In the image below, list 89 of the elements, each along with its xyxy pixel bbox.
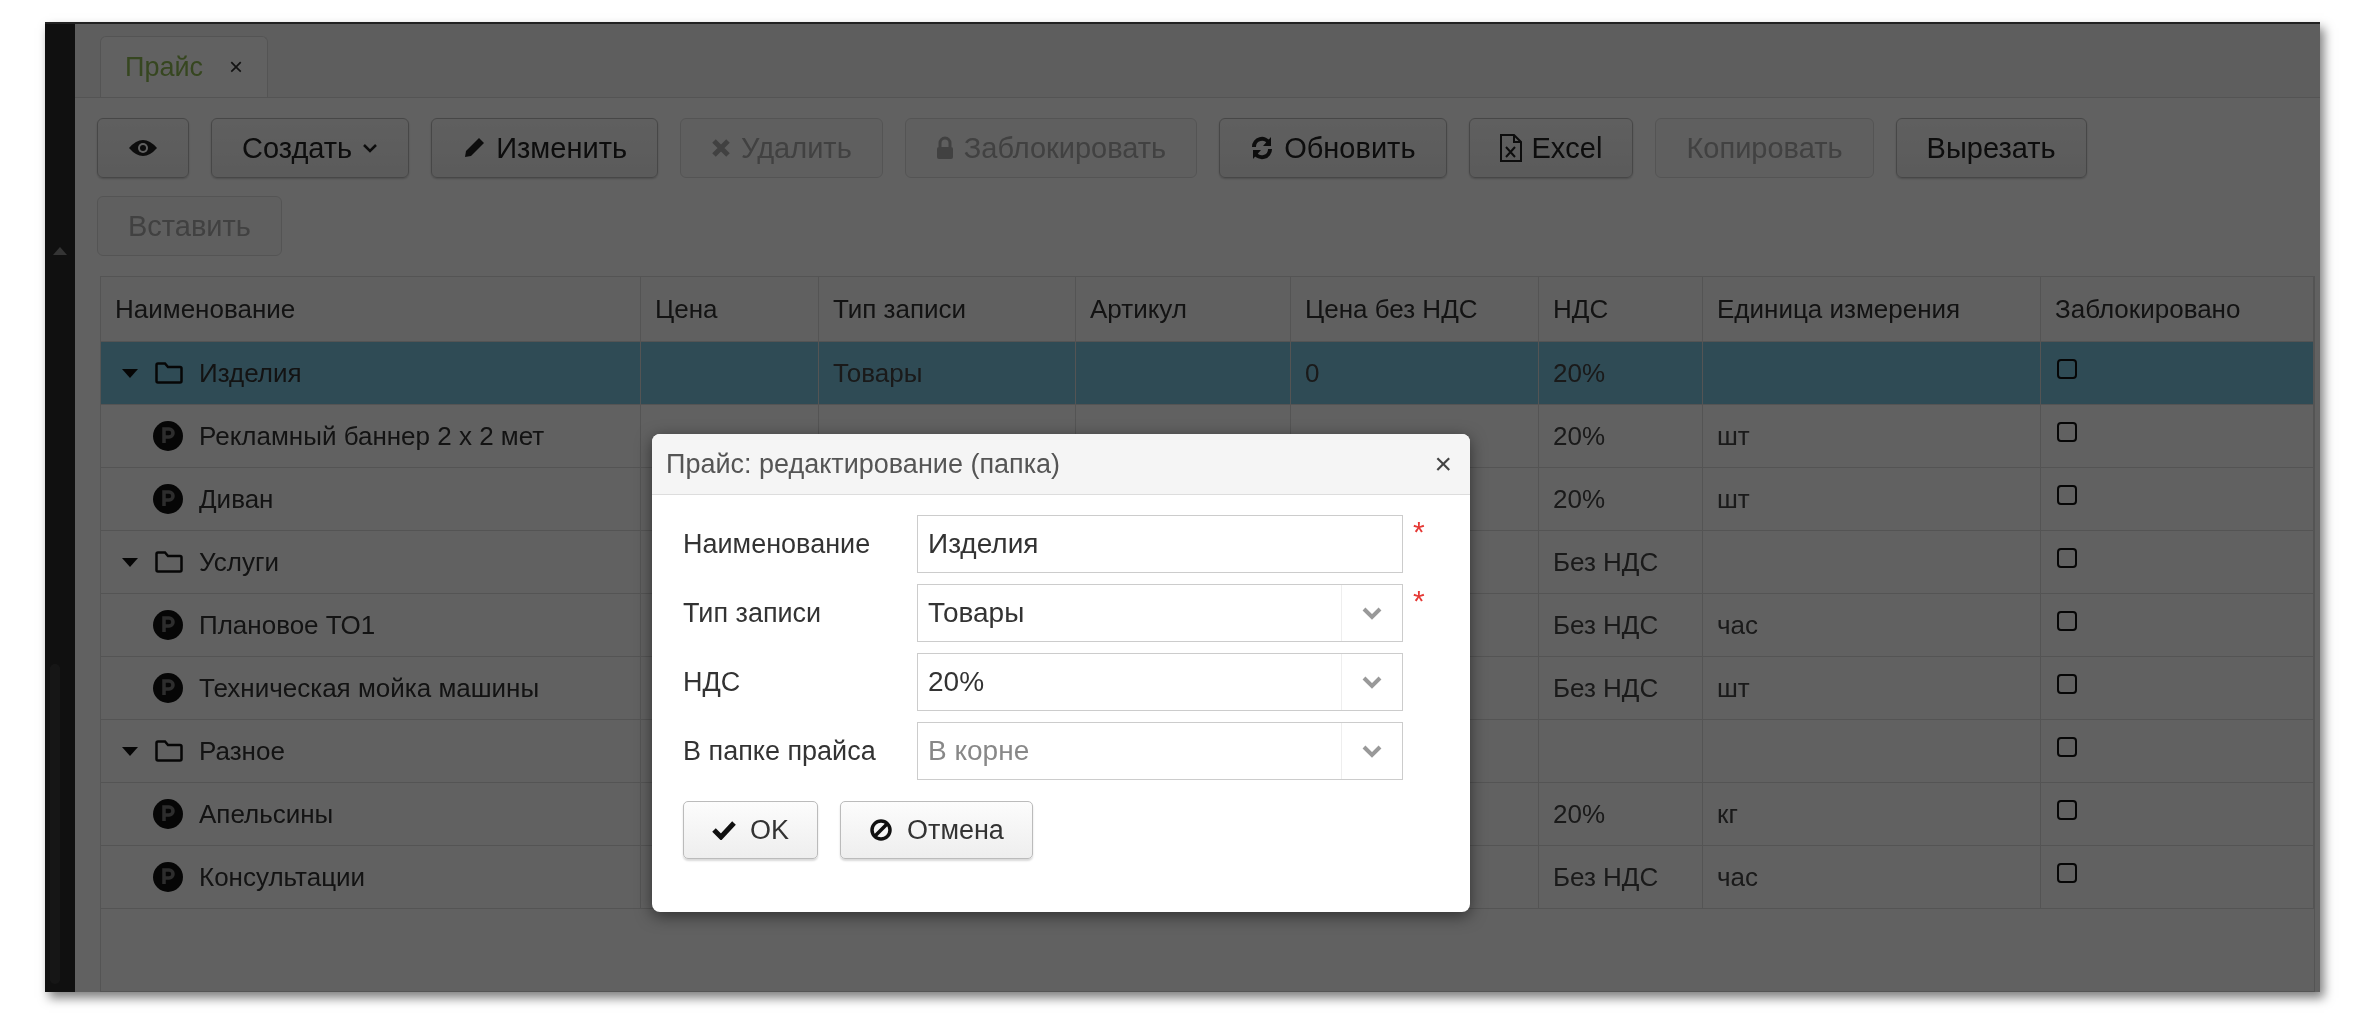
table-cell: Товары xyxy=(833,357,923,389)
table-cell: Разное xyxy=(199,735,285,767)
dropdown-field[interactable]: Товары xyxy=(917,584,1403,642)
lock-icon xyxy=(935,136,954,160)
required-mark: * xyxy=(1413,584,1425,618)
chevron-down-icon xyxy=(1362,744,1382,758)
toolbar-button[interactable]: Обновить xyxy=(1219,118,1447,178)
table-cell: шт xyxy=(1717,672,1750,704)
table-cell: шт xyxy=(1717,420,1750,452)
check-icon xyxy=(712,820,736,840)
chevron-down-icon xyxy=(1362,675,1382,689)
view-button[interactable] xyxy=(97,118,189,178)
chevron-down-icon xyxy=(362,143,379,153)
table-cell: шт xyxy=(1717,483,1750,515)
table-cell: Плановое ТО1 xyxy=(199,609,376,641)
table-cell: Изделия xyxy=(199,357,302,389)
column-header[interactable]: Цена xyxy=(641,277,819,341)
field-label: Наименование xyxy=(683,528,872,560)
column-header[interactable]: Тип записи xyxy=(819,277,1076,341)
input-field[interactable]: Изделия xyxy=(917,515,1403,573)
ruble-icon xyxy=(153,673,183,703)
table-row[interactable]: Изделия Товары 0 20% xyxy=(101,342,2314,405)
checkbox[interactable] xyxy=(2057,548,2077,568)
close-tab-button[interactable]: × xyxy=(229,53,244,81)
checkbox[interactable] xyxy=(2057,422,2077,442)
table-cell: 20% xyxy=(1553,483,1606,515)
toolbar-button[interactable]: Excel xyxy=(1468,118,1634,178)
dropdown-field[interactable]: В корне xyxy=(917,722,1403,780)
table-cell: Рекламный баннер 2 х 2 мет xyxy=(199,420,545,452)
checkbox[interactable] xyxy=(2057,737,2077,757)
table-cell: Апельсины xyxy=(199,798,334,830)
checkbox[interactable] xyxy=(2057,800,2077,820)
ruble-icon xyxy=(153,610,183,640)
dialog-button[interactable]: Отмена xyxy=(840,801,1033,859)
table-cell: 0 xyxy=(1305,357,1320,389)
column-header[interactable]: Артикул xyxy=(1076,277,1291,341)
refresh-icon xyxy=(1250,136,1275,160)
column-header[interactable]: НДС xyxy=(1539,277,1703,341)
spreadsheet-file-icon xyxy=(1499,134,1522,162)
close-button[interactable]: × xyxy=(1430,447,1456,481)
column-header[interactable]: Заблокировано xyxy=(2041,277,2314,341)
column-header[interactable]: Единица измерения xyxy=(1703,277,2041,341)
table-cell: Консультации xyxy=(199,861,366,893)
table-cell: Без НДС xyxy=(1553,609,1659,641)
table-cell: кг xyxy=(1717,798,1738,830)
caret-icon[interactable] xyxy=(121,367,139,379)
folder-icon xyxy=(155,740,183,762)
ban-icon xyxy=(869,818,893,842)
checkbox[interactable] xyxy=(2057,611,2077,631)
table-cell: Услуги xyxy=(199,546,279,578)
cross-icon xyxy=(711,138,732,158)
table-cell: 20% xyxy=(1553,420,1606,452)
checkbox[interactable] xyxy=(2057,359,2077,379)
eye-icon xyxy=(128,138,158,158)
table-cell: час xyxy=(1717,609,1758,641)
table-cell: Техническая мойка машины xyxy=(199,672,540,704)
pencil-icon xyxy=(462,136,487,160)
caret-icon[interactable] xyxy=(121,745,139,757)
toolbar-button[interactable]: Вырезать xyxy=(1895,118,2087,178)
toolbar-button[interactable]: Создать xyxy=(211,118,410,178)
checkbox[interactable] xyxy=(2057,863,2077,883)
table-cell: Без НДС xyxy=(1553,672,1659,704)
field-label: В папке прайса xyxy=(683,735,877,767)
column-header[interactable]: Цена без НДС xyxy=(1291,277,1539,341)
table-cell: Диван xyxy=(199,483,274,515)
table-cell: Без НДС xyxy=(1553,546,1659,578)
table-cell: Без НДС xyxy=(1553,861,1659,893)
ruble-icon xyxy=(153,421,183,451)
column-header[interactable]: Наименование xyxy=(101,277,641,341)
table-cell: 20% xyxy=(1553,357,1606,389)
tab[interactable]: Прайс × xyxy=(100,36,269,97)
ruble-icon xyxy=(153,862,183,892)
dialog-button[interactable]: OK xyxy=(683,801,818,859)
chevron-down-icon xyxy=(1362,606,1382,620)
checkbox[interactable] xyxy=(2057,485,2077,505)
caret-icon[interactable] xyxy=(121,556,139,568)
folder-icon xyxy=(155,551,183,573)
ruble-icon xyxy=(153,484,183,514)
table-cell: час xyxy=(1717,861,1758,893)
field-label: Тип записи xyxy=(683,597,823,629)
ruble-icon xyxy=(153,799,183,829)
dropdown-field[interactable]: 20% xyxy=(917,653,1403,711)
required-mark: * xyxy=(1413,515,1425,549)
table-cell: 20% xyxy=(1553,798,1606,830)
folder-icon xyxy=(155,362,183,384)
toolbar-button[interactable]: Изменить xyxy=(431,118,659,178)
field-label: НДС xyxy=(683,666,742,698)
checkbox[interactable] xyxy=(2057,674,2077,694)
dialog-title: Прайс: редактирование (папка) xyxy=(666,448,1061,480)
